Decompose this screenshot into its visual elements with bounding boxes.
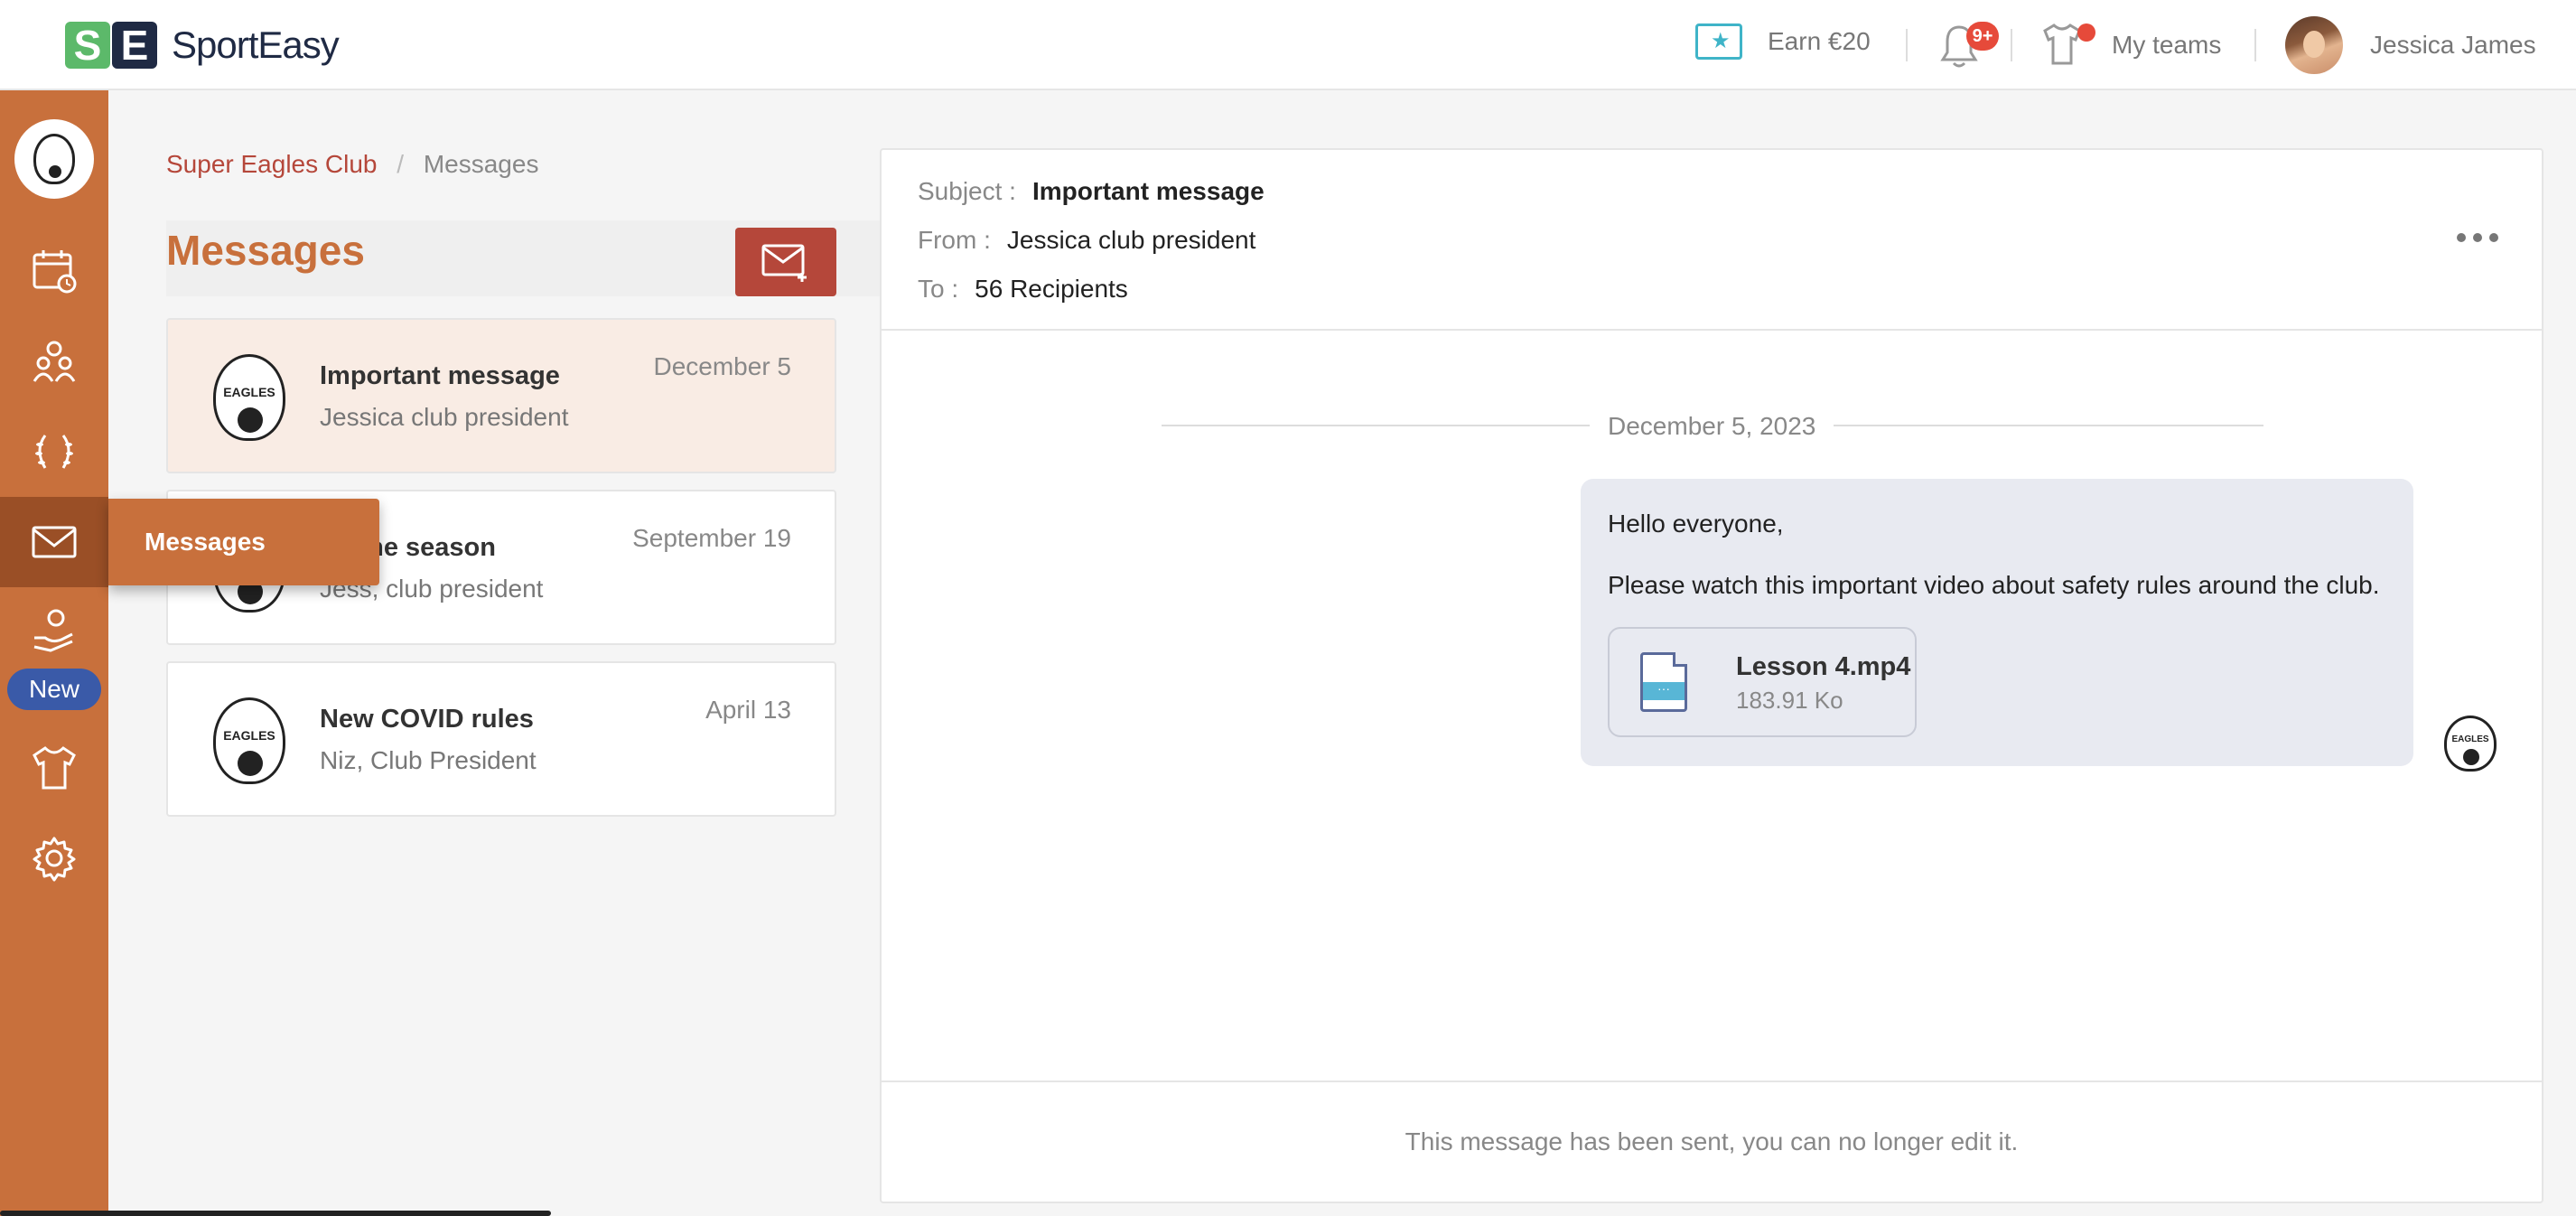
app-name: SportEasy [172,23,340,66]
logo-mark-e: E [112,22,157,69]
ticket-icon [1695,23,1742,60]
logo-mark-s: S [65,22,110,69]
message-sender: Jessica club president [320,403,569,431]
message-greeting: Hello everyone, [1608,510,1784,538]
message-detail-panel: Subject : Important message From : Jessica… [880,148,2543,1203]
from-row: From : Jessica club president [918,226,1255,255]
laurel-icon [35,435,73,469]
crest-ball [238,751,263,776]
from-value: Jessica club president [1006,226,1256,254]
message-date: September 19 [632,524,791,552]
attachment-name: Lesson 4.mp4 [1736,652,1911,681]
club-logo[interactable] [14,119,94,199]
sidebar-item-messages[interactable] [29,517,79,567]
notification-badge: 9+ [1966,22,1999,51]
divider [1906,29,1908,61]
crest-text: EAGLES [223,728,275,743]
user-name[interactable]: Jessica James [2370,31,2536,60]
sporteasy-logo[interactable]: S E SportEasy [65,22,340,69]
envelope-icon [32,526,77,558]
message-date: April 13 [705,696,791,724]
to-row: To : 56 Recipients [918,275,1128,304]
message-body: Please watch this important video about … [1608,571,2380,599]
club-crest-icon [33,134,75,184]
earn-referral-button[interactable]: Earn €20 [1695,23,1871,60]
sidebar-item-equipment[interactable] [29,743,79,793]
message-date: December 5 [653,352,791,380]
breadcrumb-separator: / [397,150,405,178]
user-avatar[interactable] [2285,16,2343,74]
logo-mark: S E [65,22,157,69]
date-divider-left [1162,425,1590,426]
footer-divider [882,1080,2542,1082]
message-bubble: Hello everyone, Please watch this import… [1581,479,2413,766]
more-options-icon[interactable] [2457,233,2498,242]
video-file-icon: ··· [1640,652,1687,712]
sidebar: New [0,90,108,1216]
sent-notice: This message has been sent, you can no l… [1405,1127,2019,1155]
date-divider-right [1834,425,2263,426]
header-divider [882,329,2542,331]
sender-avatar: EAGLES [2444,716,2497,772]
horizontal-scrollbar[interactable] [0,1211,551,1216]
message-list-item[interactable]: EAGLES Important message Jessica club pr… [166,318,836,473]
subject-row: Subject : Important message [918,177,1265,206]
my-teams-link[interactable]: My teams [2112,31,2221,60]
shirt-icon [33,746,76,790]
subject-key: Subject : [918,177,1016,205]
calendar-icon [33,250,77,294]
divider [2011,29,2012,61]
to-value[interactable]: 56 Recipients [975,275,1128,303]
from-key: From : [918,226,991,254]
new-badge: New [7,669,101,710]
attachment-card[interactable]: ··· Lesson 4.mp4 183.91 Ko [1608,627,1917,737]
page-title: Messages [166,227,365,274]
to-key: To : [918,275,959,303]
sidebar-tooltip: Messages [108,499,379,585]
crest-ball [2463,749,2479,765]
top-bar: S E SportEasy Earn €20 9+ My teams Jessi… [0,0,2576,90]
club-crest-icon: EAGLES [213,697,285,784]
attachment-size: 183.91 Ko [1736,687,1843,714]
breadcrumb-current: Messages [423,150,539,178]
message-title: Important message [320,361,560,390]
compose-message-button[interactable] [735,228,836,296]
subject-value: Important message [1031,177,1265,205]
breadcrumb: Super Eagles Club / Messages [166,150,538,179]
crest-text: EAGLES [2451,734,2489,744]
breadcrumb-club-link[interactable]: Super Eagles Club [166,150,377,178]
sidebar-item-fundraising[interactable] [29,605,79,656]
message-sender: Niz, Club President [320,746,537,774]
sidebar-item-settings[interactable] [29,833,79,884]
gear-icon [33,837,76,882]
crest-ball [238,407,263,433]
hand-heart-icon [33,609,73,652]
crest-text: EAGLES [223,385,275,399]
earn-label: Earn €20 [1768,27,1871,55]
compose-envelope-icon [761,244,807,282]
teams-alert-dot [2077,23,2095,42]
message-title: New COVID rules [320,705,534,734]
sidebar-item-calendar[interactable] [29,246,79,296]
club-crest-icon: EAGLES [213,354,285,441]
members-icon [33,341,76,382]
sidebar-item-members[interactable] [29,336,79,387]
shirt-icon[interactable] [2041,22,2083,67]
message-list-item[interactable]: EAGLES New COVID rules Niz, Club Preside… [166,661,836,817]
sidebar-item-trophies[interactable] [29,426,79,477]
conversation-date: December 5, 2023 [1608,412,1816,440]
divider [2254,29,2256,61]
